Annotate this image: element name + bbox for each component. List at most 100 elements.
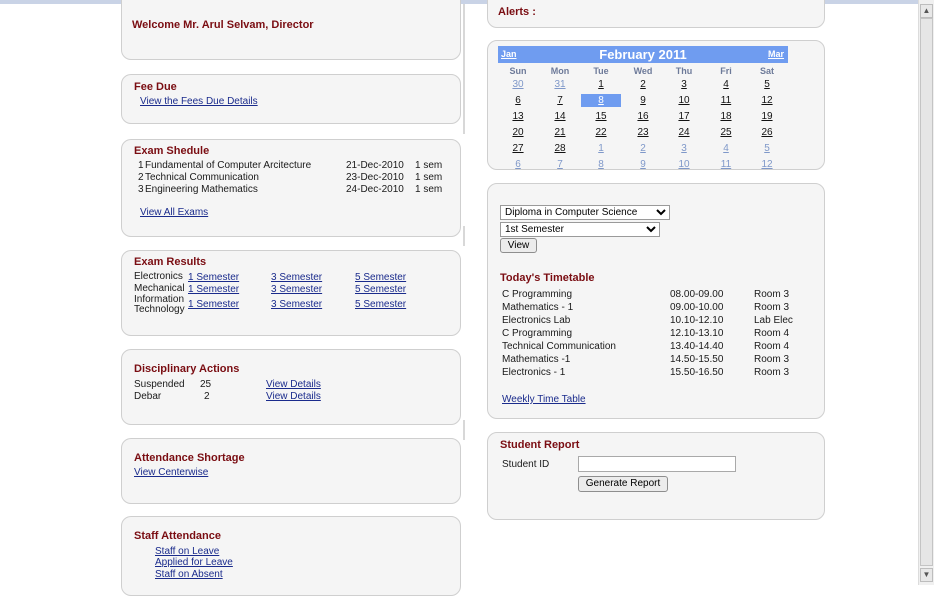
timetable-room: Room 3 [754, 367, 790, 378]
calendar-day[interactable]: 3 [669, 142, 699, 155]
result-link-1-semester[interactable]: 1 Semester [188, 272, 239, 283]
calendar-day[interactable]: 23 [628, 126, 658, 139]
calendar-day[interactable]: 30 [503, 78, 533, 91]
calendar-day[interactable]: 14 [545, 110, 575, 123]
calendar-day[interactable]: 31 [545, 78, 575, 91]
calendar-day[interactable]: 25 [711, 126, 741, 139]
disciplinary-count: 2 [204, 391, 210, 402]
calendar-weekday-fri: Fri [720, 66, 732, 76]
calendar-day[interactable]: 28 [545, 142, 575, 155]
view-button[interactable]: View [500, 238, 537, 253]
calendar-day[interactable]: 12 [752, 158, 782, 171]
calendar-day[interactable]: 24 [669, 126, 699, 139]
disciplinary-view-details-link[interactable]: View Details [266, 379, 321, 390]
calendar-day[interactable]: 6 [503, 158, 533, 171]
calendar-day[interactable]: 20 [503, 126, 533, 139]
applied-for-leave-link[interactable]: Applied for Leave [155, 557, 233, 568]
disciplinary-view-details-link[interactable]: View Details [266, 391, 321, 402]
calendar-day[interactable]: 5 [752, 142, 782, 155]
calendar-day[interactable]: 2 [628, 78, 658, 91]
result-link-5-semester[interactable]: 5 Semester [355, 284, 406, 295]
calendar-day[interactable]: 8 [586, 158, 616, 171]
course-select[interactable]: Diploma in Computer Science [500, 205, 670, 220]
calendar-day[interactable]: 10 [669, 158, 699, 171]
result-link-1-semester[interactable]: 1 Semester [188, 284, 239, 295]
scroll-down-arrow-icon[interactable]: ▼ [920, 568, 933, 582]
timetable-time: 15.50-16.50 [670, 367, 724, 378]
calendar-weekday-thu: Thu [675, 66, 693, 76]
calendar-day[interactable]: 13 [503, 110, 533, 123]
calendar-day[interactable]: 12 [752, 94, 782, 107]
staff-on-absent-link[interactable]: Staff on Absent [155, 569, 223, 580]
exam-results-title: Exam Results [134, 256, 207, 268]
calendar-day[interactable]: 27 [503, 142, 533, 155]
staff-on-leave-link[interactable]: Staff on Leave [155, 546, 219, 557]
disciplinary-count: 25 [200, 379, 212, 390]
weekly-time-table-link[interactable]: Weekly Time Table [502, 394, 586, 405]
calendar-day[interactable]: 5 [752, 78, 782, 91]
semester-select[interactable]: 1st Semester [500, 222, 660, 237]
disciplinary-type: Suspended [134, 379, 185, 390]
calendar-day[interactable]: 22 [586, 126, 616, 139]
dept-label: Electronics [134, 271, 183, 282]
timetable-subject: Electronics - 1 [502, 367, 566, 378]
exam-row-subject: Technical Communication [145, 172, 259, 183]
vertical-scrollbar[interactable]: ▲ ▼ [918, 0, 934, 585]
result-link-3-semester[interactable]: 3 Semester [271, 272, 322, 283]
timetable-room: Room 3 [754, 302, 790, 313]
calendar-day[interactable]: 7 [545, 94, 575, 107]
calendar-day[interactable]: 6 [503, 94, 533, 107]
calendar-day[interactable]: 21 [545, 126, 575, 139]
calendar-day[interactable]: 1 [586, 78, 616, 91]
calendar-day[interactable]: 15 [586, 110, 616, 123]
calendar-day[interactable]: 4 [711, 142, 741, 155]
scroll-up-arrow-icon[interactable]: ▲ [920, 4, 933, 18]
dept-label: Technology [134, 304, 185, 315]
dept-label: Mechanical [134, 283, 185, 294]
calendar-day[interactable]: 16 [628, 110, 658, 123]
calendar-day-selected[interactable]: 8 [581, 94, 621, 107]
calendar-day[interactable]: 9 [628, 94, 658, 107]
calendar-weekday-mon: Mon [550, 66, 570, 76]
timetable-room: Room 4 [754, 328, 790, 339]
calendar-day[interactable]: 7 [545, 158, 575, 171]
calendar-day[interactable]: 26 [752, 126, 782, 139]
calendar-day[interactable]: 1 [586, 142, 616, 155]
column-separator [463, 226, 465, 246]
calendar-day[interactable]: 2 [628, 142, 658, 155]
calendar-day[interactable]: 17 [669, 110, 699, 123]
calendar-weekday-sun: Sun [509, 66, 527, 76]
calendar-day[interactable]: 19 [752, 110, 782, 123]
timetable-subject: C Programming [502, 328, 573, 339]
exam-row-num: 3 [138, 184, 144, 195]
calendar-header: February 2011 Jan Mar [498, 46, 788, 63]
calendar-day[interactable]: 9 [628, 158, 658, 171]
disciplinary-type: Debar [134, 391, 162, 402]
disciplinary-title: Disciplinary Actions [134, 363, 240, 375]
generate-report-button[interactable]: Generate Report [578, 476, 668, 492]
scrollbar-thumb[interactable] [920, 18, 933, 566]
calendar-day[interactable]: 11 [711, 158, 741, 171]
timetable-subject: C Programming [502, 289, 573, 300]
student-id-input[interactable] [578, 456, 736, 472]
view-all-exams-link[interactable]: View All Exams [140, 207, 208, 218]
alerts-title: Alerts : [498, 6, 536, 18]
fees-due-link[interactable]: View the Fees Due Details [140, 96, 258, 107]
student-id-label: Student ID [502, 459, 550, 470]
calendar-next-month-link[interactable]: Mar [768, 49, 784, 59]
calendar-day[interactable]: 3 [669, 78, 699, 91]
result-link-5-semester[interactable]: 5 Semester [355, 299, 406, 310]
timetable-time: 12.10-13.10 [670, 328, 724, 339]
calendar-prev-month-link[interactable]: Jan [501, 49, 517, 59]
timetable-subject: Electronics Lab [502, 315, 571, 326]
result-link-1-semester[interactable]: 1 Semester [188, 299, 239, 310]
view-centerwise-link[interactable]: View Centerwise [134, 467, 208, 478]
result-link-3-semester[interactable]: 3 Semester [271, 284, 322, 295]
result-link-3-semester[interactable]: 3 Semester [271, 299, 322, 310]
result-link-5-semester[interactable]: 5 Semester [355, 272, 406, 283]
calendar-day[interactable]: 10 [669, 94, 699, 107]
calendar-day[interactable]: 4 [711, 78, 741, 91]
calendar-day[interactable]: 11 [711, 94, 741, 107]
timetable-subject: Mathematics - 1 [502, 302, 574, 313]
calendar-day[interactable]: 18 [711, 110, 741, 123]
